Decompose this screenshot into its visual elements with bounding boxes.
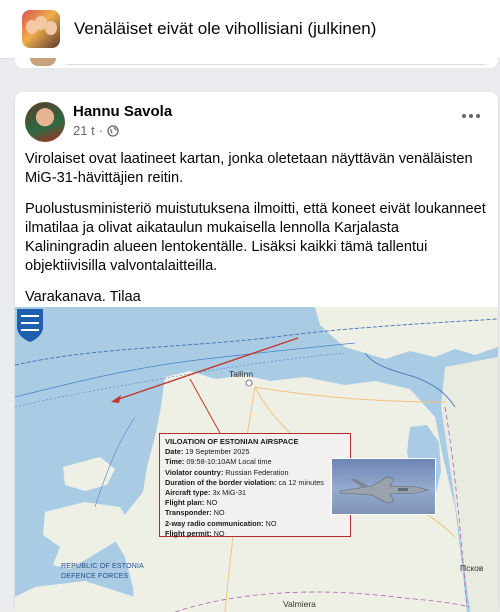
post-meta: 21 t ·: [73, 123, 119, 138]
previous-post-card: [15, 58, 498, 68]
post-image-map[interactable]: Tallinn Псков Valmiera VILOATION OF ESTO…: [15, 307, 498, 612]
info-row: Aircraft type: 3x MiG-31: [165, 488, 247, 498]
author-avatar[interactable]: [25, 102, 65, 142]
estonia-defence-forces-logo-icon: [17, 309, 43, 342]
map-label-pskov: Псков: [460, 563, 484, 573]
info-row: Flight plan: NO: [165, 498, 218, 508]
info-row: Violator country: Russian Federation: [165, 467, 289, 477]
map-label-valmiera: Valmiera: [283, 599, 316, 609]
globe-icon: [107, 124, 119, 137]
logo-line-2: DEFENCE FORCES: [61, 573, 129, 580]
divider: [66, 64, 486, 65]
info-row: Transponder: NO: [165, 508, 225, 518]
info-box-title: VILOATION OF ESTONIAN AIRSPACE: [165, 437, 299, 446]
post-text: Virolaiset ovat laatineet kartan, jonka …: [25, 150, 487, 319]
violation-info-box: VILOATION OF ESTONIAN AIRSPACE Date: 19 …: [159, 433, 351, 538]
defence-forces-logo-text: REPUBLIC OF ESTONIA DEFENCE FORCES: [61, 562, 144, 582]
info-row: Date: 19 September 2025: [165, 447, 250, 457]
author-name[interactable]: Hannu Savola: [73, 103, 172, 120]
jet-icon: [339, 476, 430, 504]
post-paragraph: Puolustusministeriö muistutuksena ilmoit…: [25, 201, 486, 274]
group-title[interactable]: Venäläiset eivät ole vihollisiani (julki…: [74, 19, 376, 39]
mig31-photo: [331, 458, 436, 515]
more-options-icon[interactable]: [462, 112, 484, 120]
group-header: Venäläiset eivät ole vihollisiani (julki…: [0, 0, 500, 59]
map-label-tallinn: Tallinn: [229, 369, 254, 379]
logo-line-1: REPUBLIC OF ESTONIA: [61, 563, 145, 570]
info-row: Time: 09:58-10:10AM Local time: [165, 457, 272, 467]
info-row: Flight permit: NO: [165, 528, 225, 538]
post-paragraph: Virolaiset ovat laatineet kartan, jonka …: [25, 151, 473, 186]
post-paragraph: Varakanava. Tilaa: [25, 289, 141, 305]
group-cover-image[interactable]: [22, 10, 60, 48]
post-card: Hannu Savola 21 t · Virolaiset ovat laat…: [15, 92, 498, 612]
previous-comment-avatar: [30, 58, 56, 66]
post-time[interactable]: 21 t: [73, 123, 95, 138]
meta-separator: ·: [98, 123, 104, 138]
info-row: Duration of the border violation: ca 12 …: [165, 477, 324, 487]
info-row: 2-way radio communication: NO: [165, 518, 277, 528]
